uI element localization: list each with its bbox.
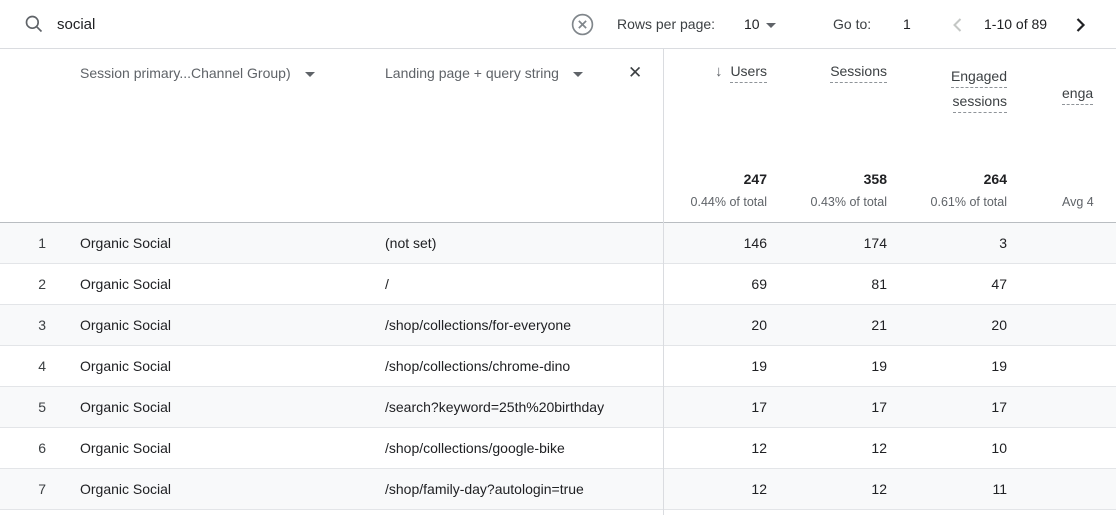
sort-descending-icon: ↓ <box>714 63 723 80</box>
cell-sessions: 19 <box>871 358 887 374</box>
cell-channel: Organic Social <box>80 440 172 456</box>
cell-channel: Organic Social <box>80 481 172 497</box>
cell-channel: Organic Social <box>80 317 172 333</box>
table-toolbar: social Rows per page: 10 Go to: 1 1-10 o… <box>0 0 1116 49</box>
table-header: Session primary...Channel Group) Landing… <box>0 49 1116 223</box>
cell-channel: Organic Social <box>80 235 172 251</box>
table-row[interactable]: 5 Organic Social /search?keyword=25th%20… <box>0 387 1116 428</box>
cell-channel: Organic Social <box>80 276 172 292</box>
table-row[interactable]: 2 Organic Social / 69 81 47 <box>0 264 1116 305</box>
dimension-dropdown-channel-group-label: Session primary...Channel Group) <box>80 65 291 81</box>
clear-search-icon[interactable] <box>570 12 595 37</box>
cell-engaged-sessions: 47 <box>991 276 1007 292</box>
cell-sessions: 21 <box>871 317 887 333</box>
cell-channel: Organic Social <box>80 399 172 415</box>
cell-landing-page: (not set) <box>385 235 437 251</box>
table-row[interactable]: 1 Organic Social (not set) 146 174 3 <box>0 223 1116 264</box>
cell-users: 20 <box>751 317 767 333</box>
column-header-users[interactable]: ↓ Users <box>715 63 767 83</box>
table-row-partial[interactable] <box>0 510 1116 515</box>
go-to-label: Go to: <box>833 16 872 32</box>
remove-dimension-icon[interactable]: ✕ <box>628 64 642 82</box>
table-row[interactable]: 6 Organic Social /shop/collections/googl… <box>0 428 1116 469</box>
total-users: 247 <box>743 171 767 187</box>
total-engaged-sessions-share: 0.61% of total <box>930 195 1007 209</box>
rows-per-page-label: Rows per page: <box>617 16 716 32</box>
cell-users: 69 <box>751 276 767 292</box>
row-index: 2 <box>38 276 46 292</box>
row-index: 5 <box>38 399 46 415</box>
next-page-icon[interactable] <box>1068 13 1092 37</box>
search-input[interactable]: social <box>57 0 95 49</box>
chevron-down-icon <box>304 71 315 77</box>
cell-sessions: 81 <box>871 276 887 292</box>
table-row[interactable]: 7 Organic Social /shop/family-day?autolo… <box>0 469 1116 510</box>
row-index: 3 <box>38 317 46 333</box>
cell-landing-page: /shop/family-day?autologin=true <box>385 481 584 497</box>
cell-sessions: 12 <box>871 440 887 456</box>
total-engaged-sessions: 264 <box>983 171 1007 187</box>
previous-page-icon[interactable] <box>946 13 970 37</box>
cell-users: 12 <box>751 481 767 497</box>
cell-sessions: 12 <box>871 481 887 497</box>
cell-users: 12 <box>751 440 767 456</box>
dimension-dropdown-landing-page-label: Landing page + query string <box>385 65 559 81</box>
total-sessions: 358 <box>863 171 887 187</box>
cell-landing-page: /search?keyword=25th%20birthday <box>385 399 605 415</box>
table-row[interactable]: 4 Organic Social /shop/collections/chrom… <box>0 346 1116 387</box>
column-header-users-label: Users <box>730 63 767 83</box>
table-row[interactable]: 3 Organic Social /shop/collections/for-e… <box>0 305 1116 346</box>
column-header-engaged-line2: sessions <box>952 93 1007 113</box>
row-index: 4 <box>38 358 46 374</box>
cell-landing-page: / <box>385 276 389 292</box>
column-header-engaged-sessions[interactable]: Engaged sessions <box>950 63 1007 113</box>
cell-sessions: 174 <box>863 235 887 251</box>
cell-sessions: 17 <box>871 399 887 415</box>
cell-landing-page: /shop/collections/chrome-dino <box>385 358 571 374</box>
go-to-input[interactable]: 1 <box>903 0 911 49</box>
column-divider <box>663 49 664 515</box>
cell-landing-page: /shop/collections/google-bike <box>385 440 565 456</box>
cell-engaged-sessions: 20 <box>991 317 1007 333</box>
rows-per-page-select[interactable]: 10 <box>744 0 760 49</box>
total-users-share: 0.44% of total <box>690 195 767 209</box>
column-header-engagement-clipped[interactable]: enga <box>1062 85 1116 105</box>
cell-engaged-sessions: 10 <box>991 440 1007 456</box>
dimension-dropdown-channel-group[interactable]: Session primary...Channel Group) <box>80 65 315 81</box>
row-index: 7 <box>38 481 46 497</box>
analytics-table-panel: social Rows per page: 10 Go to: 1 1-10 o… <box>0 0 1116 515</box>
cell-landing-page: /shop/collections/for-everyone <box>385 317 571 333</box>
row-index: 1 <box>38 235 46 251</box>
total-extra-share-clipped: Avg 4 <box>1062 195 1094 209</box>
column-header-sessions[interactable]: Sessions <box>830 63 887 83</box>
column-header-engagement-clipped-label: enga <box>1062 85 1094 105</box>
dimension-dropdown-landing-page[interactable]: Landing page + query string <box>385 65 583 81</box>
cell-users: 17 <box>751 399 767 415</box>
cell-users: 19 <box>751 358 767 374</box>
column-header-sessions-label: Sessions <box>830 63 887 83</box>
table-body: 1 Organic Social (not set) 146 174 3 2 O… <box>0 223 1116 515</box>
cell-engaged-sessions: 17 <box>991 399 1007 415</box>
cell-engaged-sessions: 3 <box>999 235 1007 251</box>
search-icon <box>25 15 43 33</box>
cell-channel: Organic Social <box>80 358 172 374</box>
chevron-down-icon[interactable] <box>766 23 776 28</box>
total-sessions-share: 0.43% of total <box>810 195 887 209</box>
pagination-range: 1-10 of 89 <box>984 16 1048 32</box>
chevron-down-icon <box>572 71 583 77</box>
cell-users: 146 <box>743 235 767 251</box>
cell-engaged-sessions: 11 <box>992 481 1007 497</box>
cell-engaged-sessions: 19 <box>991 358 1007 374</box>
column-header-engaged-line1: Engaged <box>950 68 1007 88</box>
row-index: 6 <box>38 440 46 456</box>
